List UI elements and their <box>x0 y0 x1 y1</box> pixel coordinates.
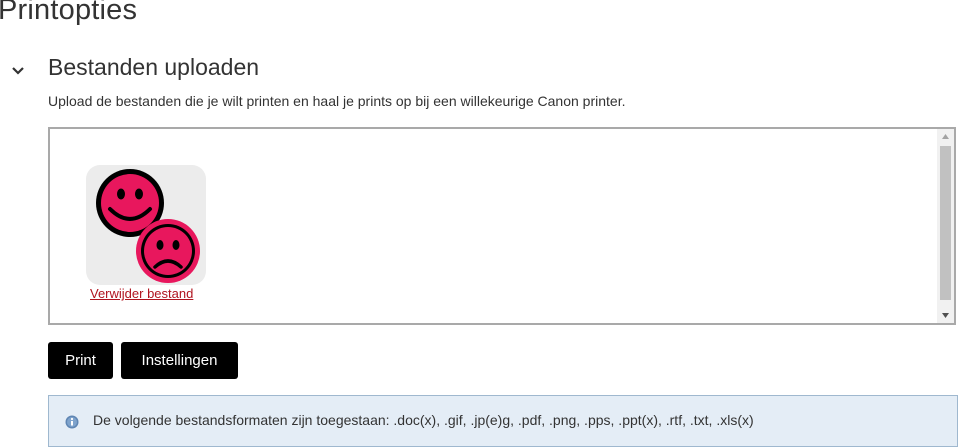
triangle-up-icon <box>942 134 949 139</box>
page-title: Printopties <box>0 0 138 26</box>
info-icon <box>65 415 79 429</box>
scroll-thumb[interactable] <box>940 146 951 300</box>
scroll-down-button[interactable] <box>937 308 954 323</box>
allowed-formats-text: De volgende bestandsformaten zijn toeges… <box>93 412 754 428</box>
scrollbar[interactable] <box>937 129 954 323</box>
scroll-up-button[interactable] <box>937 129 954 144</box>
print-button[interactable]: Print <box>48 342 113 379</box>
section-toggle[interactable] <box>9 62 27 80</box>
smiley-faces-icon <box>96 169 200 283</box>
file-thumbnail <box>86 165 206 285</box>
chevron-down-icon <box>12 67 24 75</box>
remove-file-link[interactable]: Verwijder bestand <box>90 286 193 301</box>
upload-area[interactable]: Verwijder bestand <box>48 127 956 325</box>
triangle-down-icon <box>942 313 949 318</box>
section-title[interactable]: Bestanden uploaden <box>48 54 259 81</box>
allowed-formats-notice: De volgende bestandsformaten zijn toeges… <box>48 395 958 447</box>
section-description: Upload de bestanden die je wilt printen … <box>48 93 626 109</box>
settings-button[interactable]: Instellingen <box>121 342 238 379</box>
